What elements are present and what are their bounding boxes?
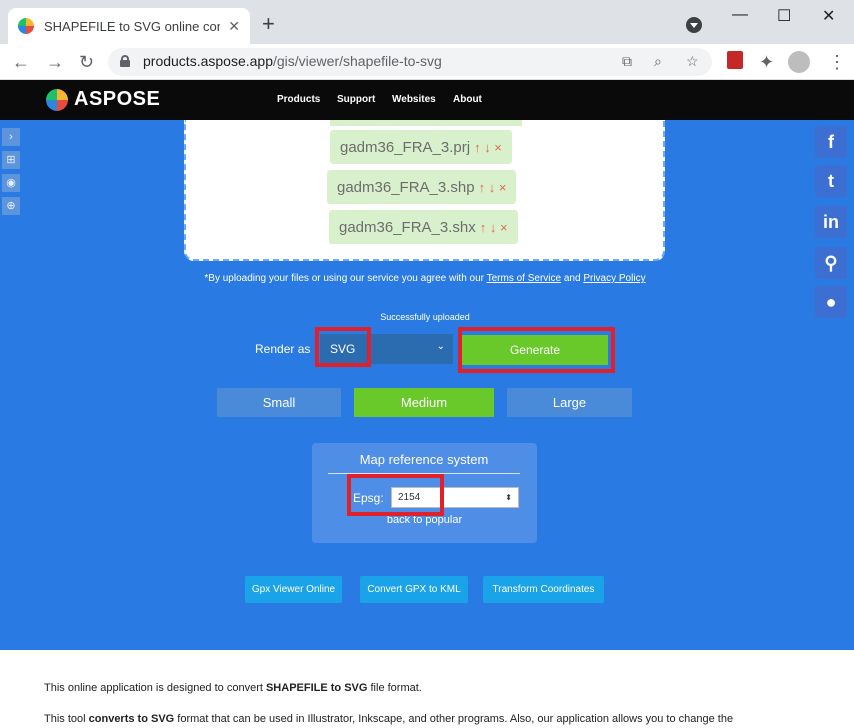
aspose-logo-icon — [46, 88, 68, 111]
file-order-controls[interactable]: ↑ ↓ × — [480, 220, 508, 235]
forward-arrow-icon[interactable]: → — [46, 50, 64, 74]
github-icon[interactable]: ● — [815, 286, 847, 318]
aspose-favicon-icon — [18, 18, 34, 34]
zoom-icon[interactable]: ⌕ — [654, 53, 662, 70]
file-chip: gadm36_FRA_3.shp ↑ ↓ × — [327, 170, 517, 204]
terms-of-service-link[interactable]: Terms of Service — [487, 273, 561, 284]
upload-status: Successfully uploaded — [380, 312, 470, 322]
browser-menu-icon[interactable]: ⋮ — [828, 50, 846, 74]
browser-tab[interactable]: SHAPEFILE to SVG online convert ✕ — [8, 8, 250, 44]
generate-button[interactable]: Generate — [462, 335, 608, 365]
linkedin-icon[interactable]: in — [815, 206, 847, 238]
nav-websites[interactable]: Websites — [392, 94, 436, 105]
close-window-button[interactable]: ✕ — [822, 6, 835, 26]
nav-about[interactable]: About — [453, 94, 482, 105]
render-format-value: SVG — [330, 342, 356, 356]
epsg-input[interactable]: 2154 ⬍ — [391, 487, 519, 508]
description-line-1: This online application is designed to c… — [44, 682, 422, 694]
bookmark-star-icon[interactable]: ☆ — [686, 53, 699, 70]
file-chip: gadm36_FRA_3.shx ↑ ↓ × — [329, 210, 518, 244]
tab-search-icon[interactable] — [686, 17, 702, 33]
map-reference-panel: Map reference system Epsg: 2154 ⬍ back t… — [312, 443, 537, 543]
description-line-2: This tool converts to SVG format that ca… — [44, 713, 734, 725]
terms-notice: *By uploading your files or using our se… — [204, 273, 646, 284]
map-reference-title: Map reference system — [328, 452, 520, 474]
main-converter-area: gadm36_FRA_3.prj ↑ ↓ × gadm36_FRA_3.shp … — [0, 120, 854, 650]
maximize-button[interactable]: ☐ — [777, 6, 791, 26]
pdf-extension-icon[interactable] — [727, 51, 743, 69]
aspose-logo[interactable]: ASPOSE — [46, 88, 160, 111]
twitter-icon[interactable]: t — [815, 165, 847, 197]
tab-title: SHAPEFILE to SVG online convert — [44, 18, 220, 34]
url-text: products.aspose.app/gis/viewer/shapefile… — [143, 53, 442, 69]
render-format-select[interactable]: SVG ⌄ — [320, 334, 453, 364]
nav-support[interactable]: Support — [337, 94, 375, 105]
nav-products[interactable]: Products — [277, 94, 320, 105]
profile-avatar-icon[interactable] — [788, 51, 810, 73]
convert-gpx-kml-link[interactable]: Convert GPX to KML — [360, 576, 468, 603]
site-header: ASPOSE Products Support Websites About — [0, 80, 854, 120]
description-section: This online application is designed to c… — [0, 650, 854, 728]
transform-coordinates-link[interactable]: Transform Coordinates — [483, 576, 604, 603]
privacy-policy-link[interactable]: Privacy Policy — [583, 273, 645, 284]
extensions-puzzle-icon[interactable]: ✦ — [759, 50, 774, 74]
spinner-icon[interactable]: ⬍ — [505, 488, 512, 507]
address-bar[interactable]: products.aspose.app/gis/viewer/shapefile… — [108, 48, 712, 76]
file-chip-partial — [330, 120, 522, 126]
browser-tabstrip: SHAPEFILE to SVG online convert ✕ + — ☐ … — [0, 0, 854, 44]
file-name: gadm36_FRA_3.shp — [337, 178, 475, 196]
translate-icon[interactable]: ⧉ — [622, 53, 632, 70]
file-name: gadm36_FRA_3.shx — [339, 218, 476, 236]
chevron-down-icon: ⌄ — [436, 341, 445, 352]
size-medium-button[interactable]: Medium — [354, 388, 494, 417]
zoom-icon[interactable]: ⊕ — [2, 197, 20, 215]
back-arrow-icon[interactable]: ← — [12, 50, 30, 74]
gpx-viewer-link[interactable]: Gpx Viewer Online — [245, 576, 342, 603]
new-tab-button[interactable]: + — [262, 13, 275, 35]
lock-icon[interactable] — [120, 55, 130, 67]
size-large-button[interactable]: Large — [507, 388, 632, 417]
location-icon[interactable]: ⚲ — [815, 247, 847, 279]
file-name: gadm36_FRA_3.prj — [340, 138, 471, 156]
tab-close-icon[interactable]: ✕ — [228, 18, 240, 35]
epsg-label: Epsg: — [353, 491, 384, 505]
file-upload-dropzone[interactable]: gadm36_FRA_3.prj ↑ ↓ × gadm36_FRA_3.shp … — [184, 120, 665, 261]
browser-toolbar: ← → ↻ products.aspose.app/gis/viewer/sha… — [0, 44, 854, 80]
expand-icon[interactable]: › — [2, 128, 20, 146]
facebook-icon[interactable]: f — [815, 126, 847, 158]
file-chip: gadm36_FRA_3.prj ↑ ↓ × — [330, 130, 512, 164]
reload-icon[interactable]: ↻ — [79, 50, 94, 74]
minimize-button[interactable]: — — [732, 6, 748, 24]
file-order-controls[interactable]: ↑ ↓ × — [474, 140, 502, 155]
size-small-button[interactable]: Small — [217, 388, 341, 417]
back-to-popular-link[interactable]: back to popular — [312, 514, 537, 526]
render-as-label: Render as — [255, 342, 311, 356]
eye-icon[interactable]: ◉ — [2, 174, 20, 192]
grid-icon[interactable]: ⊞ — [2, 151, 20, 169]
file-order-controls[interactable]: ↑ ↓ × — [479, 180, 507, 195]
